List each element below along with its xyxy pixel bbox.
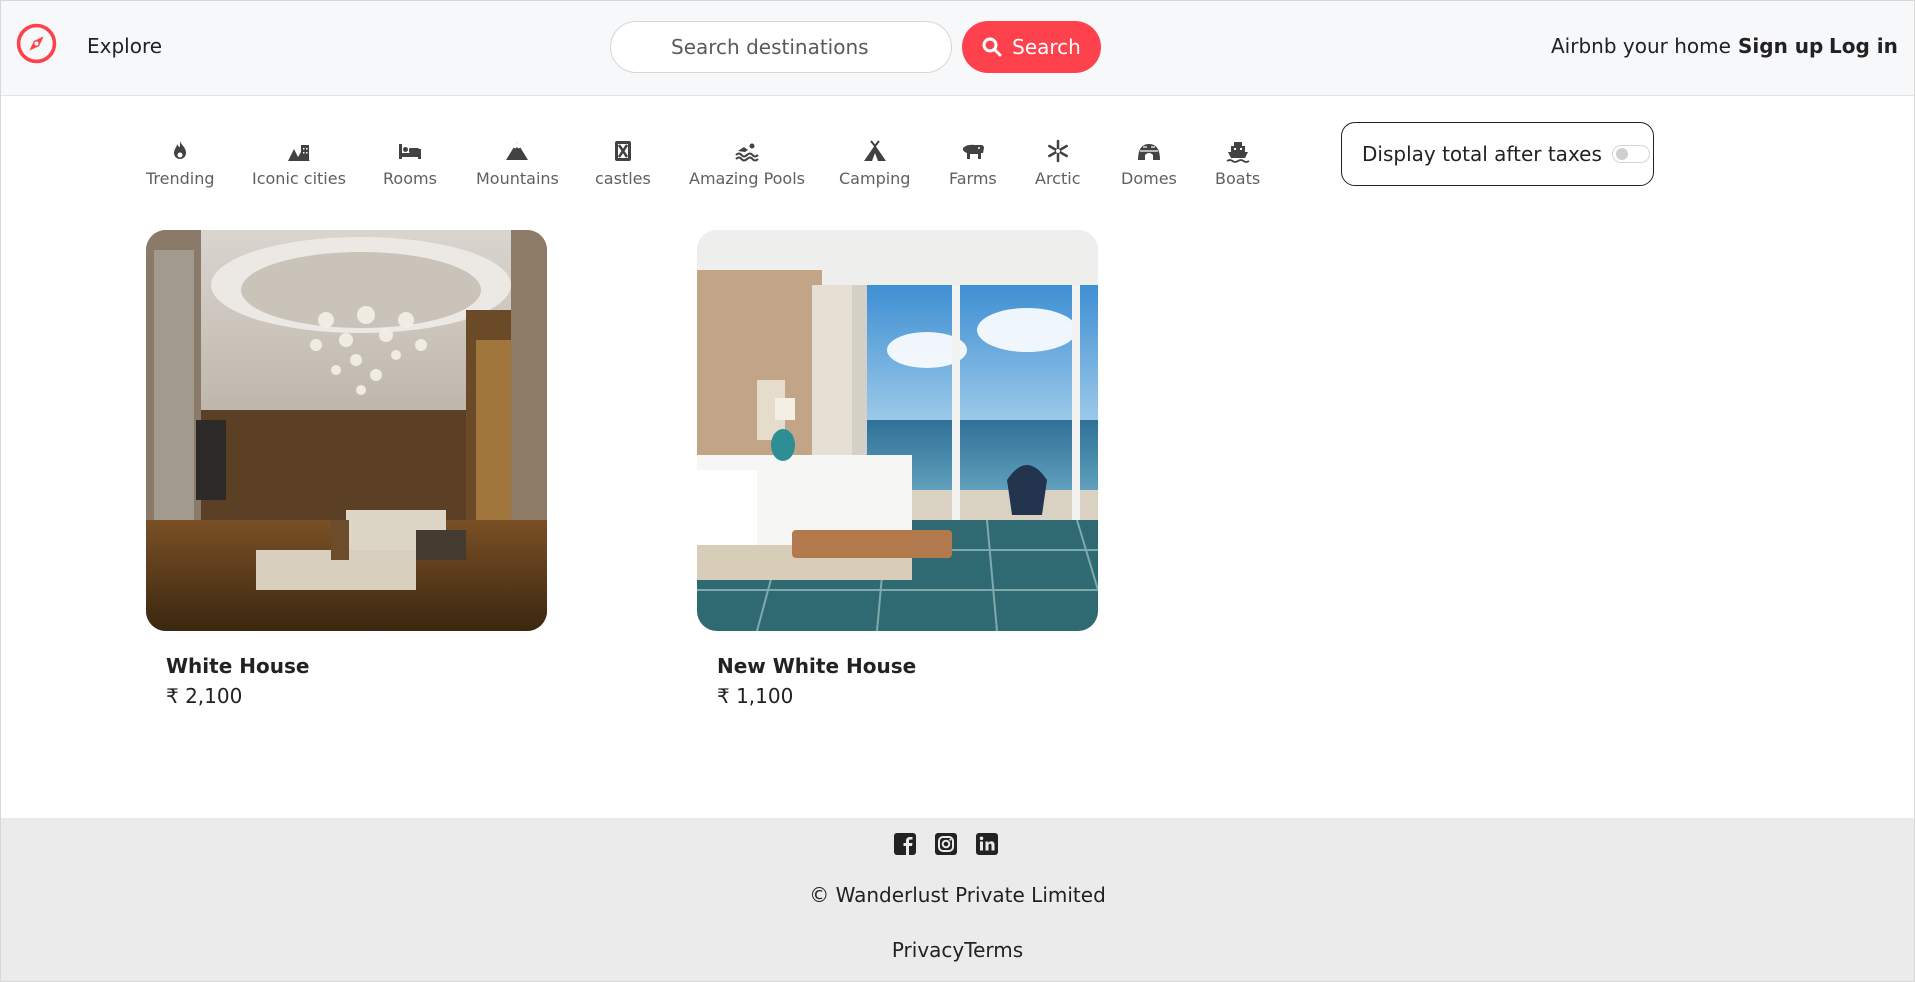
filter-boats[interactable]: Boats <box>1215 139 1260 188</box>
filter-mountains[interactable]: Mountains <box>476 139 559 188</box>
explore-link[interactable]: Explore <box>87 34 162 58</box>
castle-icon <box>614 141 631 161</box>
cow-icon <box>962 144 984 159</box>
filter-castles[interactable]: castles <box>595 139 651 188</box>
filter-label: Farms <box>949 169 997 188</box>
privacy-link[interactable]: Privacy <box>892 938 964 962</box>
listing-title: White House <box>166 654 310 678</box>
footer-links: PrivacyTerms <box>1 938 1914 962</box>
linkedin-icon[interactable] <box>976 833 998 855</box>
filter-label: Rooms <box>383 169 437 188</box>
fire-icon <box>174 141 187 159</box>
filter-label: Boats <box>1215 169 1261 188</box>
filter-rooms[interactable]: Rooms <box>383 139 437 188</box>
listing-title: New White House <box>717 654 917 678</box>
mountain-icon <box>506 142 529 160</box>
tax-toggle: Display total after taxes <box>1341 122 1654 186</box>
tent-icon <box>863 140 886 161</box>
search-icon <box>982 37 1002 57</box>
copyright-text: © Wanderlust Private Limited <box>809 883 1106 907</box>
filter-trending[interactable]: Trending <box>146 139 215 188</box>
filter-label: Iconic cities <box>252 169 346 188</box>
filter-iconic-cities[interactable]: Iconic cities <box>252 139 346 188</box>
filter-arctic[interactable]: Arctic <box>1035 139 1080 188</box>
login-link[interactable]: Log in <box>1829 34 1898 58</box>
snowflake-icon <box>1047 139 1068 163</box>
listing-card[interactable]: New White House ₹ 1,100 <box>697 230 1098 708</box>
filter-label: Camping <box>839 169 911 188</box>
filter-domes[interactable]: Domes <box>1121 139 1177 188</box>
instagram-icon[interactable] <box>935 833 957 855</box>
listing-image <box>146 230 547 631</box>
ship-icon <box>1226 142 1250 163</box>
signup-link[interactable]: Sign up <box>1738 34 1823 58</box>
city-icon <box>287 145 310 161</box>
igloo-icon <box>1137 144 1160 160</box>
filter-label: Domes <box>1121 169 1177 188</box>
filter-farms[interactable]: Farms <box>949 139 997 188</box>
compass-icon[interactable] <box>16 23 57 64</box>
terms-link[interactable]: Terms <box>964 938 1023 962</box>
search-button[interactable]: Search <box>962 21 1101 73</box>
facebook-icon[interactable] <box>894 833 916 855</box>
tax-toggle-label: Display total after taxes <box>1362 142 1602 166</box>
footer: © Wanderlust Private Limited PrivacyTerm… <box>1 818 1914 981</box>
navbar: Explore Search Airbnb your home Sign up … <box>1 1 1914 96</box>
filter-label: castles <box>595 169 651 188</box>
listing-card[interactable]: White House ₹ 2,100 <box>146 230 547 708</box>
listing-price: ₹ 2,100 <box>166 684 243 708</box>
filter-label: Amazing Pools <box>689 169 805 188</box>
swimmer-icon <box>735 143 759 162</box>
filter-label: Arctic <box>1035 169 1081 188</box>
filter-label: Mountains <box>476 169 559 188</box>
listing-image <box>697 230 1098 631</box>
search-button-label: Search <box>1012 35 1081 59</box>
filter-camping[interactable]: Camping <box>839 139 910 188</box>
bed-icon <box>398 144 421 159</box>
listing-price: ₹ 1,100 <box>717 684 794 708</box>
filter-label: Trending <box>146 169 215 188</box>
search-input[interactable] <box>610 21 952 73</box>
filter-amazing-pools[interactable]: Amazing Pools <box>689 139 805 188</box>
tax-toggle-switch[interactable] <box>1611 145 1650 163</box>
airbnb-your-home-link[interactable]: Airbnb your home <box>1551 34 1731 58</box>
social-links <box>894 833 998 855</box>
